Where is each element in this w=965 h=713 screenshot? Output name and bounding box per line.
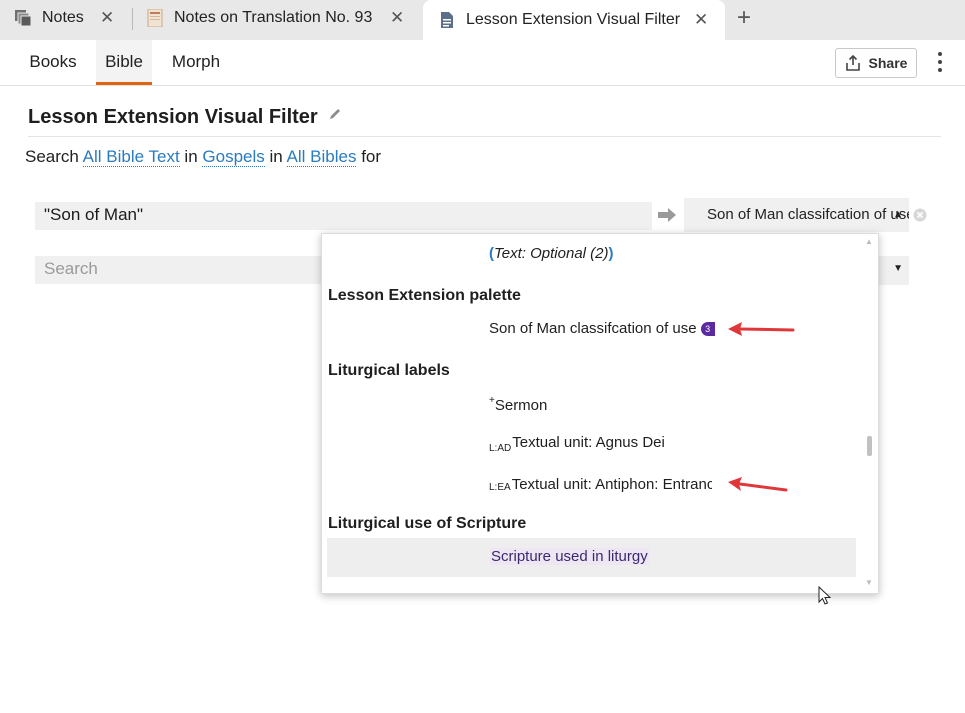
subtab-books[interactable]: Books — [18, 40, 88, 85]
tab-label: Notes on Translation No. 93 — [174, 9, 373, 26]
dropdown-item[interactable]: L:EATextual unit: Antiphon: Entrance — [489, 473, 712, 493]
tab-notes[interactable]: Notes ✕ — [14, 0, 124, 36]
share-icon — [845, 55, 860, 71]
close-icon[interactable]: ✕ — [100, 8, 114, 28]
search-in: in — [269, 147, 283, 166]
paren-close: ) — [608, 245, 614, 262]
search-scope-line: Search All Bible Text in Gospels in All … — [25, 147, 381, 167]
sub-tab-bar: Books Bible Morph Share — [0, 40, 965, 86]
tab-strip: Notes ✕ Notes on Translation No. 93 ✕ Le… — [0, 0, 965, 40]
search-prefix: Search — [25, 147, 79, 166]
caret-up-icon: ▲ — [893, 209, 903, 220]
tab-notes-on-translation[interactable]: Notes on Translation No. 93 ✕ — [146, 0, 416, 36]
subtab-morph[interactable]: Morph — [162, 40, 230, 85]
item-label: Scripture used in liturgy — [490, 548, 649, 565]
close-icon[interactable]: ✕ — [390, 8, 404, 28]
share-label: Share — [868, 55, 908, 71]
group-heading: Liturgical labels — [328, 362, 450, 379]
new-tab-button[interactable]: + — [737, 4, 751, 32]
notes-stack-icon — [15, 10, 32, 27]
annotation-arrow-icon — [728, 322, 795, 336]
item-label: Textual unit: Agnus Dei — [512, 434, 665, 451]
document-icon — [441, 12, 453, 28]
search-input[interactable]: Search — [35, 256, 325, 284]
query-input[interactable]: "Son of Man" — [35, 202, 652, 230]
item-prefix: L:AD — [489, 443, 512, 454]
scroll-down-icon[interactable]: ▼ — [865, 578, 873, 587]
item-label: Son of Man classifcation of use — [489, 320, 697, 337]
arrow-right-icon — [658, 208, 676, 222]
group-heading: Lesson Extension palette — [328, 287, 521, 304]
search-in: in — [184, 147, 198, 166]
annotation-arrow-icon — [728, 477, 788, 492]
subtab-bible[interactable]: Bible — [96, 40, 152, 85]
tab-separator — [132, 8, 133, 30]
dropdown-item-optional[interactable]: (Text: Optional (2)) — [489, 245, 614, 262]
tab-lesson-extension-visual-filter[interactable]: Lesson Extension Visual Filter ✕ — [423, 0, 725, 40]
scope-link-text[interactable]: All Bible Text — [82, 147, 180, 167]
title-row: Lesson Extension Visual Filter — [28, 106, 342, 129]
tab-label: Notes — [42, 9, 84, 26]
page-title: Lesson Extension Visual Filter — [28, 106, 318, 128]
label-dropdown: ▲ (Text: Optional (2)) Lesson Extension … — [321, 233, 879, 594]
second-label-select[interactable]: ▼ — [878, 256, 909, 285]
tab-label: Lesson Extension Visual Filter — [466, 11, 681, 28]
share-button[interactable]: Share — [835, 48, 917, 78]
label-select-value: Son of Man classifcation of use — [707, 206, 909, 223]
scrollbar-thumb[interactable] — [867, 436, 872, 456]
item-prefix: L:EA — [489, 482, 511, 493]
label-select[interactable]: Son of Man classifcation of use ▲ — [684, 198, 909, 232]
dropdown-item[interactable]: Son of Man classifcation of use 3 — [489, 320, 715, 337]
item-label: Sermon — [494, 397, 548, 414]
dropdown-item-highlighted[interactable]: Scripture used in liturgy — [327, 538, 856, 577]
clear-icon[interactable] — [913, 208, 927, 222]
count-badge: 3 — [700, 322, 715, 336]
mouse-cursor-icon — [818, 586, 832, 605]
close-icon[interactable]: ✕ — [694, 10, 708, 30]
more-options-icon[interactable] — [934, 52, 946, 74]
scope-link-bibles[interactable]: All Bibles — [286, 147, 357, 167]
search-suffix: for — [361, 147, 382, 166]
title-divider — [28, 136, 941, 137]
optional-text: Text: Optional (2) — [494, 245, 609, 262]
group-heading: Liturgical use of Scripture — [328, 515, 527, 532]
dropdown-item[interactable]: L:ADTextual unit: Agnus Dei — [489, 434, 665, 454]
scope-link-range[interactable]: Gospels — [202, 147, 265, 167]
dropdown-item[interactable]: +Sermon — [489, 395, 547, 414]
pencil-icon[interactable] — [328, 107, 342, 121]
caret-down-icon: ▼ — [893, 263, 903, 274]
book-cover-icon — [147, 9, 163, 27]
scroll-up-icon[interactable]: ▲ — [865, 237, 873, 246]
item-label: Textual unit: Antiphon: Entrance — [511, 476, 712, 493]
